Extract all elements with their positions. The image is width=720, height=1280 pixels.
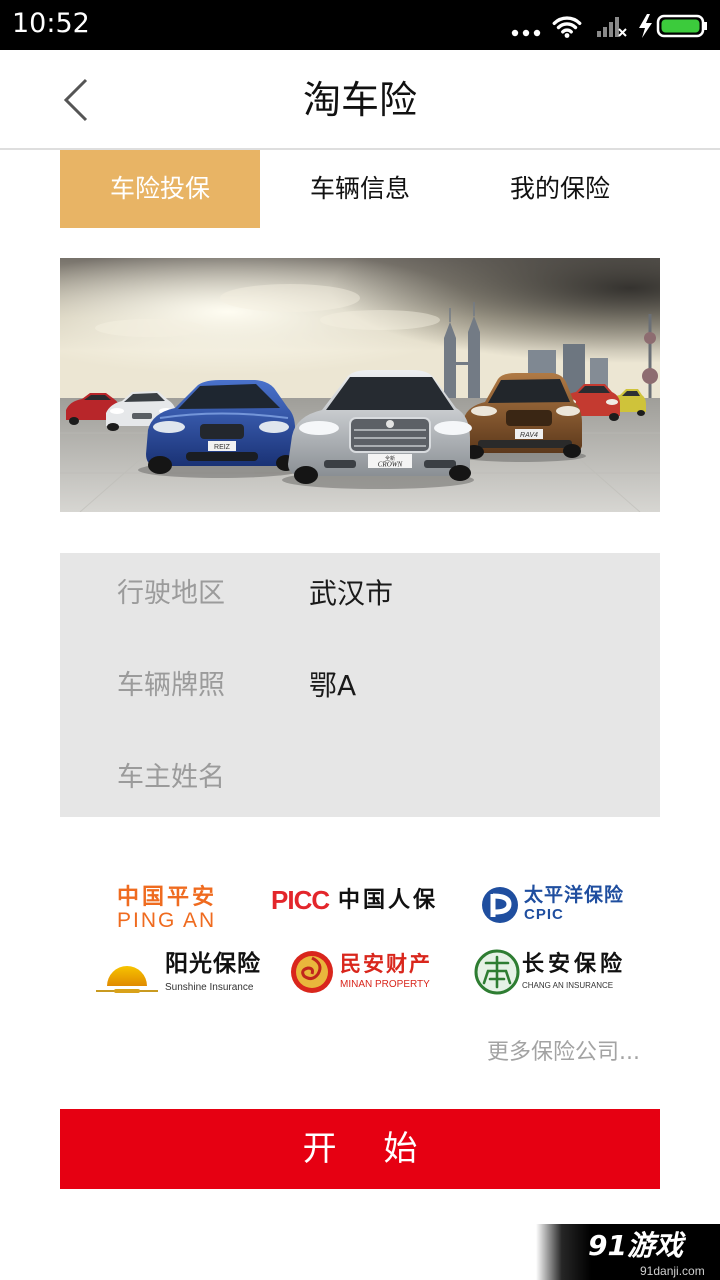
car-windshield [488, 379, 570, 403]
policy-form: 行驶地区 武汉市 车辆牌照 鄂A 车主姓名 [60, 553, 660, 817]
form-row-region[interactable]: 行驶地区 武汉市 [60, 548, 660, 640]
signal-icon [597, 17, 627, 37]
sun-icon [96, 966, 158, 993]
status-bar: 10:52 [0, 0, 720, 50]
owner-name-label: 车主姓名 [117, 762, 225, 793]
pearl-tower-ball [642, 368, 658, 384]
picc-name-cn: 中国人保 [338, 888, 439, 913]
form-row-plate[interactable]: 车辆牌照 鄂A [60, 640, 660, 732]
more-dots-icon [511, 29, 541, 37]
battery-nub [704, 22, 707, 30]
car-headlight [471, 406, 497, 416]
car-air-intake [424, 460, 456, 468]
car-headlight [434, 421, 472, 435]
plate-value[interactable]: 鄂A [309, 640, 356, 732]
car-headlight [110, 408, 124, 414]
car-wheel [449, 465, 471, 481]
cloud [220, 284, 360, 312]
tower-right [468, 332, 480, 408]
plate-text-crown: CROWN [378, 461, 403, 469]
charging-icon [639, 14, 652, 38]
picc-name-en: PICC [271, 885, 330, 915]
tab-bar: 车险投保 车辆信息 我的保险 [60, 150, 660, 228]
start-button[interactable]: 开 始 [60, 1109, 660, 1189]
minan-name-en: MINAN PROPERTY [340, 979, 430, 990]
clock: 10:52 [12, 8, 90, 39]
app-header: 淘车险 [0, 50, 720, 150]
tab-insure[interactable]: 车险投保 [60, 150, 260, 228]
car-grille [200, 424, 244, 439]
signal-x-mark [618, 28, 627, 37]
crown-emblem [386, 420, 394, 428]
cpic-name-cn: 太平洋保险 [524, 884, 625, 906]
cloud [320, 310, 440, 330]
cpic-emblem-circle [482, 887, 518, 923]
sun-half-disc [107, 966, 147, 986]
cpic-name-en: CPIC [524, 906, 564, 923]
banner: RAV4 REIZ 全新 CROWN [60, 258, 660, 512]
car-grille [132, 413, 152, 419]
car-wheel [637, 410, 645, 416]
minan-name-cn: 民安财产 [340, 952, 432, 976]
battery-level [661, 19, 700, 33]
car-air-intake [186, 452, 258, 461]
region-label: 行驶地区 [117, 578, 225, 609]
plate-text-reiz: REIZ [214, 444, 231, 451]
car-air-intake [324, 460, 356, 468]
signal-bar [597, 31, 601, 37]
tab-vehicle-info[interactable]: 车辆信息 [260, 150, 460, 228]
wifi-icon [552, 16, 582, 38]
cpic-emblem-icon [482, 887, 518, 923]
signal-bar [603, 27, 607, 37]
car-headlight [153, 421, 185, 433]
region-value[interactable]: 武汉市 [309, 548, 393, 640]
car-bumper [478, 440, 572, 448]
pearl-tower-ball [644, 332, 656, 344]
signal-bar [609, 22, 613, 37]
pingan-name-en: PING AN [117, 909, 217, 932]
car-wheel [563, 444, 581, 458]
pingan-name-cn: 中国平安 [117, 885, 218, 910]
signal-bar [615, 17, 619, 37]
car-wheel [609, 413, 619, 421]
sun-horizon-center [114, 989, 140, 993]
car-headlight [556, 406, 580, 416]
skybridge [456, 362, 468, 365]
banner-image: RAV4 REIZ 全新 CROWN [60, 258, 660, 512]
plate-text-rav4: RAV4 [520, 432, 538, 439]
form-row-owner[interactable]: 车主姓名 [60, 732, 660, 824]
dot [511, 29, 519, 37]
more-insurers-link[interactable]: 更多保险公司... [487, 1040, 640, 1066]
watermark-logo: 91游戏 [588, 1229, 683, 1262]
cloud [95, 319, 205, 337]
tab-my-insurance[interactable]: 我的保险 [460, 150, 660, 228]
sunshine-name-cn: 阳光保险 [165, 951, 261, 977]
changan-name-cn: 长安保险 [522, 952, 627, 977]
wifi-dot [564, 33, 570, 38]
battery-icon [656, 14, 707, 38]
car-headlight [606, 399, 618, 405]
car-wheel [294, 466, 318, 484]
status-icons [511, 14, 707, 38]
page-title: 淘车险 [302, 78, 417, 122]
car-wheel [148, 456, 172, 474]
changan-name-en: CHANG AN INSURANCE [522, 981, 614, 990]
car-headlight [259, 421, 289, 433]
car-headlight [299, 421, 339, 435]
car-grille [506, 410, 552, 426]
wifi-arc-middle [556, 22, 578, 30]
dot [522, 29, 530, 37]
dot [533, 29, 541, 37]
plate-label: 车辆牌照 [117, 670, 225, 701]
car-wheel [107, 423, 119, 431]
wifi-arc-inner [561, 28, 573, 34]
watermark-site: 91danji.com [640, 1264, 705, 1278]
car-wheel [69, 417, 79, 425]
changan-emblem-icon [474, 949, 520, 995]
sunshine-name-en: Sunshine Insurance [165, 982, 254, 993]
minan-emblem-icon [291, 951, 333, 993]
watermark: 91游戏 91danji.com [536, 1224, 720, 1280]
